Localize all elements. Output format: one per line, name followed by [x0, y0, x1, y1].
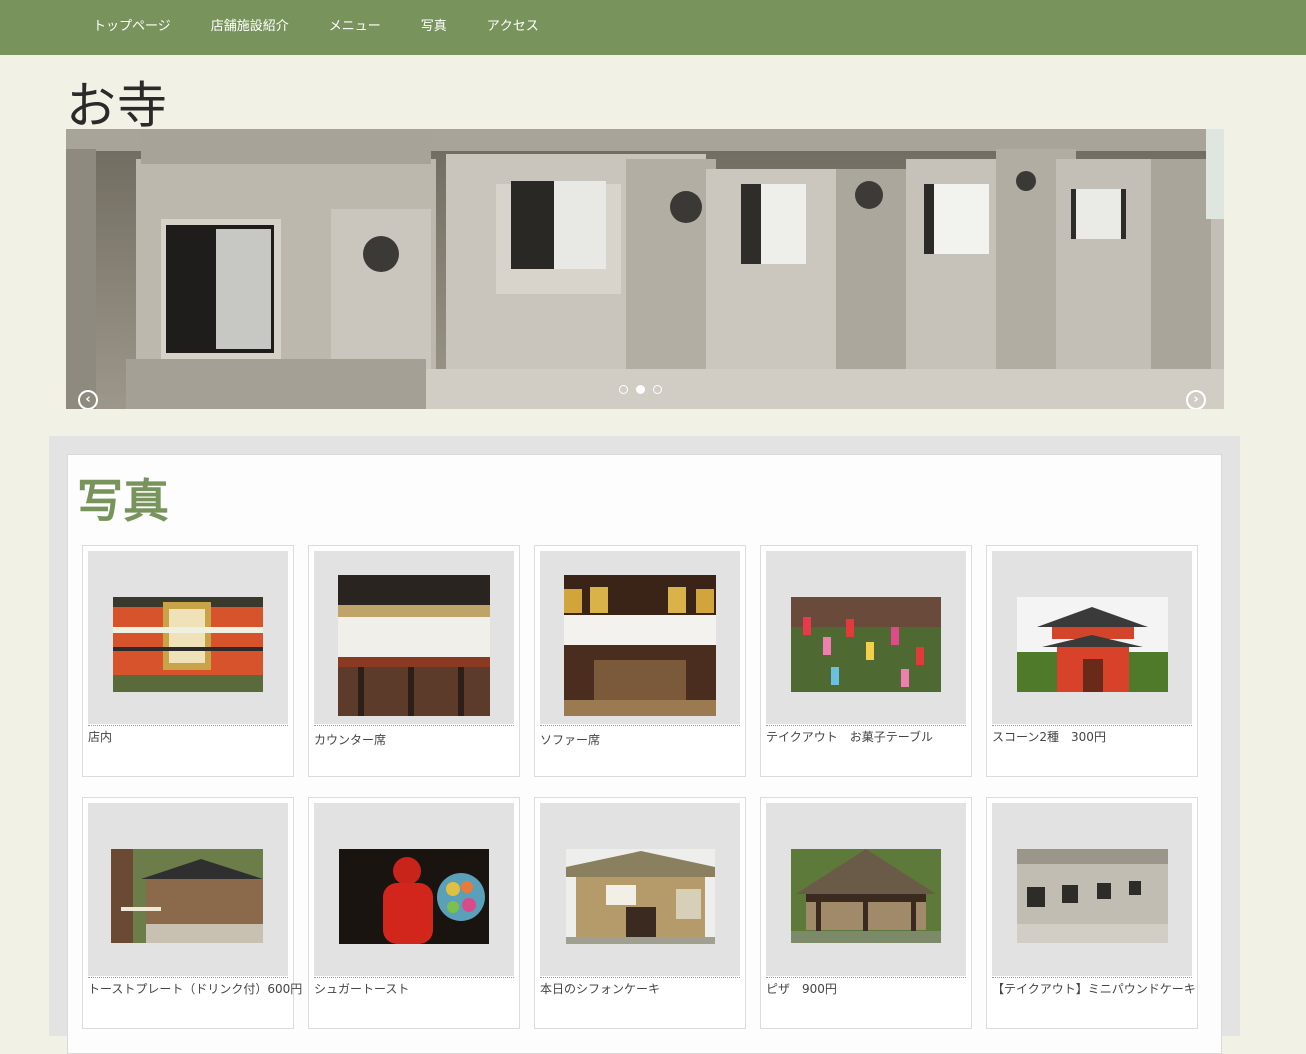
gallery-card[interactable]: 本日のシフォンケーキ: [534, 797, 746, 1029]
slider-pagination: [619, 385, 662, 394]
photo-temple-hall-eaves: [338, 575, 490, 716]
photo-red-temple-gate: [1017, 597, 1168, 692]
gallery-thumbnail[interactable]: [766, 803, 966, 976]
nav-item-menu[interactable]: メニュー: [309, 0, 401, 54]
gallery-thumbnail[interactable]: [314, 551, 514, 724]
card-divider: [992, 977, 1192, 978]
gallery-card[interactable]: シュガートースト: [308, 797, 520, 1029]
nav-item-facilities[interactable]: 店舗施設紹介: [191, 0, 309, 54]
photo-wish-tags: [791, 597, 941, 692]
card-divider: [540, 725, 740, 726]
gallery-card[interactable]: カウンター席: [308, 545, 520, 777]
site-title: お寺: [66, 77, 168, 135]
gallery-thumbnail[interactable]: [992, 803, 1192, 976]
photo-stone-lanterns: [1017, 849, 1168, 943]
gallery-caption: トーストプレート（ドリンク付）600円: [88, 982, 303, 996]
nav-item-photos[interactable]: 写真: [401, 0, 467, 54]
gallery-thumbnail[interactable]: [540, 803, 740, 976]
hero-slider: ‹ ›: [66, 129, 1224, 409]
gallery-caption: シュガートースト: [314, 982, 410, 996]
slider-dot-1[interactable]: [619, 385, 628, 394]
slide-image-stone-lanterns: [66, 129, 1224, 409]
photo-shrine-pavilion: [791, 849, 941, 943]
gallery-card[interactable]: 【テイクアウト】ミニパウンドケーキ: [986, 797, 1198, 1029]
gallery-caption: ソファー席: [540, 733, 601, 747]
gallery-thumbnail[interactable]: [540, 551, 740, 724]
gallery-caption: 店内: [88, 730, 113, 744]
gallery-caption: カウンター席: [314, 733, 387, 747]
photo-shrine-lanterns: [564, 575, 716, 716]
gallery-card[interactable]: スコーン2種 300円: [986, 545, 1198, 777]
photo-shrine-building: [111, 849, 263, 943]
gallery-card[interactable]: ソファー席: [534, 545, 746, 777]
gallery-thumbnail[interactable]: [314, 803, 514, 976]
slider-prev-button[interactable]: ‹: [78, 390, 98, 409]
gallery-caption: 【テイクアウト】ミニパウンドケーキ: [992, 982, 1196, 996]
card-divider: [766, 977, 966, 978]
photo-shrine-sign: [113, 597, 263, 692]
gallery-thumbnail[interactable]: [766, 551, 966, 724]
top-navigation: トップページ 店舗施設紹介 メニュー 写真 アクセス: [0, 0, 1306, 55]
slider-next-button[interactable]: ›: [1186, 390, 1206, 409]
card-divider: [314, 725, 514, 726]
card-divider: [88, 977, 288, 978]
card-divider: [314, 977, 514, 978]
card-divider: [992, 725, 1192, 726]
gallery-caption: ピザ 900円: [766, 982, 837, 996]
gallery-thumbnail[interactable]: [88, 551, 288, 724]
nav-item-top-page[interactable]: トップページ: [73, 0, 191, 54]
slider-dot-2[interactable]: [636, 385, 645, 394]
gallery-caption: スコーン2種 300円: [992, 730, 1106, 744]
page-heading: 写真: [77, 474, 169, 528]
gallery-card[interactable]: 店内: [82, 545, 294, 777]
gallery-caption: 本日のシフォンケーキ: [540, 982, 661, 996]
gallery-caption: テイクアウト お菓子テーブル: [766, 730, 934, 744]
nav-item-access[interactable]: アクセス: [467, 0, 559, 54]
gallery-card[interactable]: トーストプレート（ドリンク付）600円: [82, 797, 302, 1029]
photo-thatched-tea-house: [566, 849, 715, 944]
gallery-thumbnail[interactable]: [992, 551, 1192, 724]
content-panel: 写真 店内 カウンター席 ソファー席 テイクアウト お菓子テーブル スコーン2種…: [67, 454, 1222, 1054]
card-divider: [540, 977, 740, 978]
content-area: 写真 店内 カウンター席 ソファー席 テイクアウト お菓子テーブル スコーン2種…: [49, 436, 1240, 1054]
gallery-thumbnail[interactable]: [88, 803, 288, 976]
card-divider: [766, 725, 966, 726]
card-divider: [88, 725, 288, 726]
gallery-card[interactable]: ピザ 900円: [760, 797, 972, 1029]
slider-dot-3[interactable]: [653, 385, 662, 394]
photo-red-jizo-origami: [339, 849, 489, 944]
gallery-card[interactable]: テイクアウト お菓子テーブル: [760, 545, 972, 777]
